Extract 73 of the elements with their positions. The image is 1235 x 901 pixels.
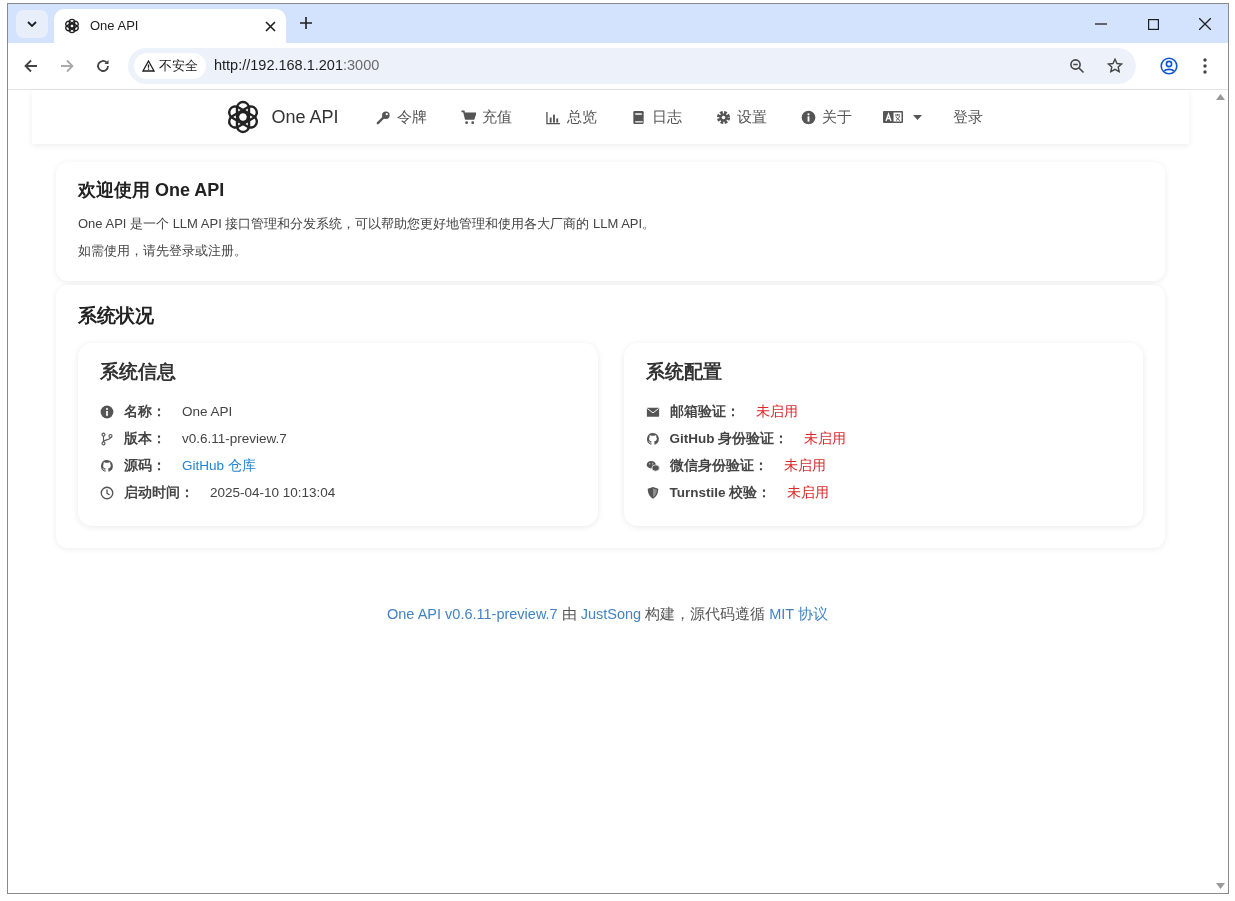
brand-link[interactable]: One API xyxy=(221,99,343,135)
login-link[interactable]: 登录 xyxy=(935,97,1000,137)
bar-chart-icon xyxy=(545,109,561,125)
info-label: 版本： xyxy=(124,429,166,448)
menu-icon xyxy=(1203,58,1207,74)
close-icon xyxy=(1199,18,1211,30)
branch-icon xyxy=(100,431,114,446)
cat-silhouette-icon xyxy=(645,431,660,446)
reload-icon xyxy=(96,59,110,73)
info-label: 源码： xyxy=(124,456,166,475)
info-label: 启动时间： xyxy=(124,483,194,502)
chat-bubbles-icon xyxy=(645,458,660,473)
nav-link[interactable]: 日志 xyxy=(613,97,699,137)
maximize-icon xyxy=(1147,18,1159,30)
tab-list-button[interactable] xyxy=(16,10,48,38)
scroll-up-arrow-icon[interactable] xyxy=(1216,94,1225,100)
chevron-down-icon xyxy=(27,21,37,27)
config-status: 未启用 xyxy=(783,456,826,475)
footer-link[interactable]: MIT 协议 xyxy=(769,606,828,623)
config-label: 微信身份验证： xyxy=(669,456,768,475)
cat-silhouette-icon xyxy=(100,458,114,473)
book-icon xyxy=(630,109,646,125)
config-status: 未启用 xyxy=(755,402,798,421)
config-status: 未启用 xyxy=(804,429,847,448)
status-title: 系统状况 xyxy=(78,304,155,328)
security-chip[interactable]: 不安全 xyxy=(134,53,206,79)
card-title: 系统信息 xyxy=(100,361,177,385)
config-status: 未启用 xyxy=(787,483,830,502)
nav-link[interactable]: 令牌 xyxy=(358,97,444,137)
scroll-down-arrow-icon[interactable] xyxy=(1216,883,1225,889)
footer-text: One API v0.6.11-preview.7 由 JustSong 构建，源代码遵循 MIT 协议 xyxy=(387,606,828,623)
translate-icon xyxy=(882,110,903,124)
info-icon xyxy=(100,404,114,419)
welcome-paragraph: 如需使用，请先登录或注册。 xyxy=(78,242,248,261)
clock-icon xyxy=(100,485,114,500)
nav-link[interactable]: 总览 xyxy=(528,97,614,137)
url-port: :3000 xyxy=(343,56,380,76)
value-link[interactable]: GitHub 仓库 xyxy=(182,455,256,476)
warning-icon xyxy=(142,60,155,72)
caret-icon xyxy=(912,114,922,120)
settings-icon xyxy=(715,109,731,125)
info-label: 名称： xyxy=(124,402,166,421)
back-arrow-icon xyxy=(24,59,38,73)
config-label: 邮箱验证： xyxy=(669,402,740,421)
nav-link[interactable]: 关于 xyxy=(783,97,869,137)
close-icon[interactable] xyxy=(265,20,276,32)
info-value: One API xyxy=(182,402,233,421)
nav-link[interactable]: 设置 xyxy=(698,97,784,137)
profile-icon xyxy=(1160,57,1178,75)
zoom-out-icon xyxy=(1069,58,1085,74)
tab-title: One API xyxy=(90,17,140,36)
knot-favicon-icon xyxy=(64,18,80,34)
footer-link[interactable]: JustSong xyxy=(580,606,642,623)
cart-icon xyxy=(460,109,476,125)
url-host: http://192.168.1.201 xyxy=(214,56,343,76)
forward-arrow-icon xyxy=(60,59,74,73)
info-value: 2025-04-10 10:13:04 xyxy=(210,483,336,502)
config-label: Turnstile 校验： xyxy=(669,483,772,502)
shield-icon xyxy=(645,485,660,500)
address-bar[interactable]: 不安全 http://192.168.1.201:3000 xyxy=(128,48,1136,84)
nav-link[interactable]: 充值 xyxy=(443,97,529,137)
welcome-paragraph: One API 是一个 LLM API 接口管理和分发系统，可以帮助您更好地管理和使用各大厂商的 LLM API。 xyxy=(78,214,657,233)
info-icon xyxy=(800,109,816,125)
footer-link[interactable]: One API v0.6.11-preview.7 xyxy=(387,606,558,623)
card-title: 系统配置 xyxy=(645,361,723,385)
info-value: v0.6.11-preview.7 xyxy=(182,429,287,448)
star-icon xyxy=(1107,58,1123,74)
welcome-title: 欢迎使用 One API xyxy=(78,180,226,202)
minimize-icon xyxy=(1095,23,1107,25)
config-label: GitHub 身份验证： xyxy=(669,429,789,448)
browser-tab[interactable]: One API xyxy=(54,9,286,43)
key-icon xyxy=(375,109,391,125)
plus-icon xyxy=(300,17,312,29)
